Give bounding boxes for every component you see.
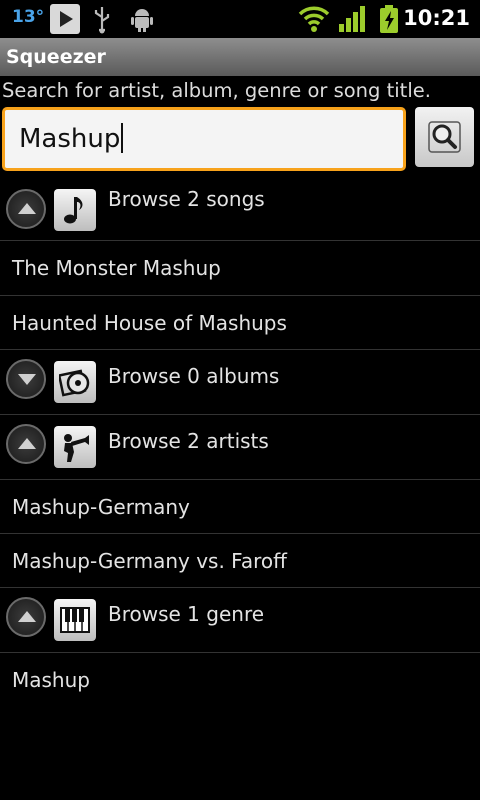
group-albums[interactable]: Browse 0 albums bbox=[0, 350, 480, 415]
list-item-text: Mashup-Germany vs. Faroff bbox=[12, 549, 287, 573]
play-icon bbox=[50, 4, 80, 34]
chevron-down-icon bbox=[18, 374, 36, 385]
expand-albums-button[interactable] bbox=[6, 359, 46, 399]
group-artists-label: Browse 2 artists bbox=[108, 429, 269, 453]
signal-icon bbox=[338, 4, 368, 34]
piano-keys-icon bbox=[54, 599, 96, 641]
list-item-text: Mashup-Germany bbox=[12, 495, 190, 519]
list-item[interactable]: The Monster Mashup bbox=[0, 241, 480, 296]
android-debug-icon bbox=[128, 4, 158, 34]
clock-text: 10:21 bbox=[403, 6, 470, 30]
trumpet-player-icon bbox=[54, 426, 96, 468]
chevron-up-icon bbox=[18, 438, 36, 449]
search-button[interactable] bbox=[415, 107, 474, 167]
title-bar: Squeezer bbox=[0, 38, 480, 76]
collapse-songs-button[interactable] bbox=[6, 189, 46, 229]
music-note-icon bbox=[54, 189, 96, 231]
search-hint: Search for artist, album, genre or song … bbox=[2, 79, 431, 102]
search-icon bbox=[428, 121, 461, 153]
list-item-text: The Monster Mashup bbox=[12, 256, 221, 280]
group-songs-label: Browse 2 songs bbox=[108, 187, 265, 211]
group-albums-label: Browse 0 albums bbox=[108, 364, 280, 388]
list-item[interactable]: Mashup bbox=[0, 653, 480, 707]
app-title: Squeezer bbox=[6, 46, 106, 68]
list-item-text: Mashup bbox=[12, 668, 90, 692]
collapse-genres-button[interactable] bbox=[6, 597, 46, 637]
list-item-text: Haunted House of Mashups bbox=[12, 311, 287, 335]
chevron-up-icon bbox=[18, 611, 36, 622]
temperature-text: 13° bbox=[12, 7, 45, 27]
usb-icon bbox=[90, 4, 120, 34]
group-genres[interactable]: Browse 1 genre bbox=[0, 588, 480, 653]
list-item[interactable]: Mashup-Germany vs. Faroff bbox=[0, 534, 480, 588]
chevron-up-icon bbox=[18, 203, 36, 214]
list-item[interactable]: Mashup-Germany bbox=[0, 480, 480, 534]
album-icon bbox=[54, 361, 96, 403]
group-artists[interactable]: Browse 2 artists bbox=[0, 415, 480, 480]
search-input[interactable]: Mashup bbox=[2, 107, 406, 171]
search-input-value: Mashup bbox=[19, 123, 123, 154]
group-songs[interactable]: Browse 2 songs bbox=[0, 172, 480, 241]
collapse-artists-button[interactable] bbox=[6, 424, 46, 464]
list-item[interactable]: Haunted House of Mashups bbox=[0, 296, 480, 350]
status-bar: 13° 10:21 bbox=[0, 0, 480, 39]
group-genres-label: Browse 1 genre bbox=[108, 602, 265, 626]
wifi-icon bbox=[298, 4, 330, 34]
